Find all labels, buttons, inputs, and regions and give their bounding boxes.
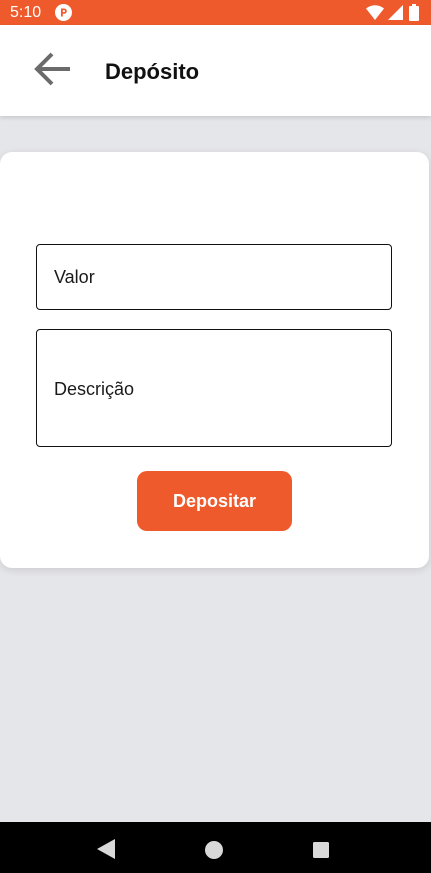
nav-recents-icon[interactable] — [313, 842, 329, 858]
valor-field[interactable] — [36, 244, 392, 310]
status-bar: 5:10 — [0, 0, 431, 25]
nav-back-icon[interactable] — [97, 839, 115, 859]
app-notification-icon — [55, 4, 72, 21]
valor-input[interactable] — [54, 265, 377, 289]
status-time: 5:10 — [10, 4, 42, 21]
wifi-icon — [366, 5, 384, 20]
app-bar: Depósito — [0, 25, 431, 116]
descricao-input[interactable] — [54, 377, 377, 401]
deposit-card: Depositar — [0, 152, 429, 568]
signal-icon — [388, 5, 403, 20]
arrow-left-icon — [32, 51, 72, 92]
nav-home-icon[interactable] — [205, 841, 223, 859]
depositar-button[interactable]: Depositar — [137, 471, 292, 531]
back-button[interactable] — [24, 47, 80, 95]
system-nav-bar — [0, 822, 431, 873]
battery-icon — [409, 4, 419, 21]
descricao-field[interactable] — [36, 329, 392, 447]
page-title: Depósito — [105, 59, 200, 84]
